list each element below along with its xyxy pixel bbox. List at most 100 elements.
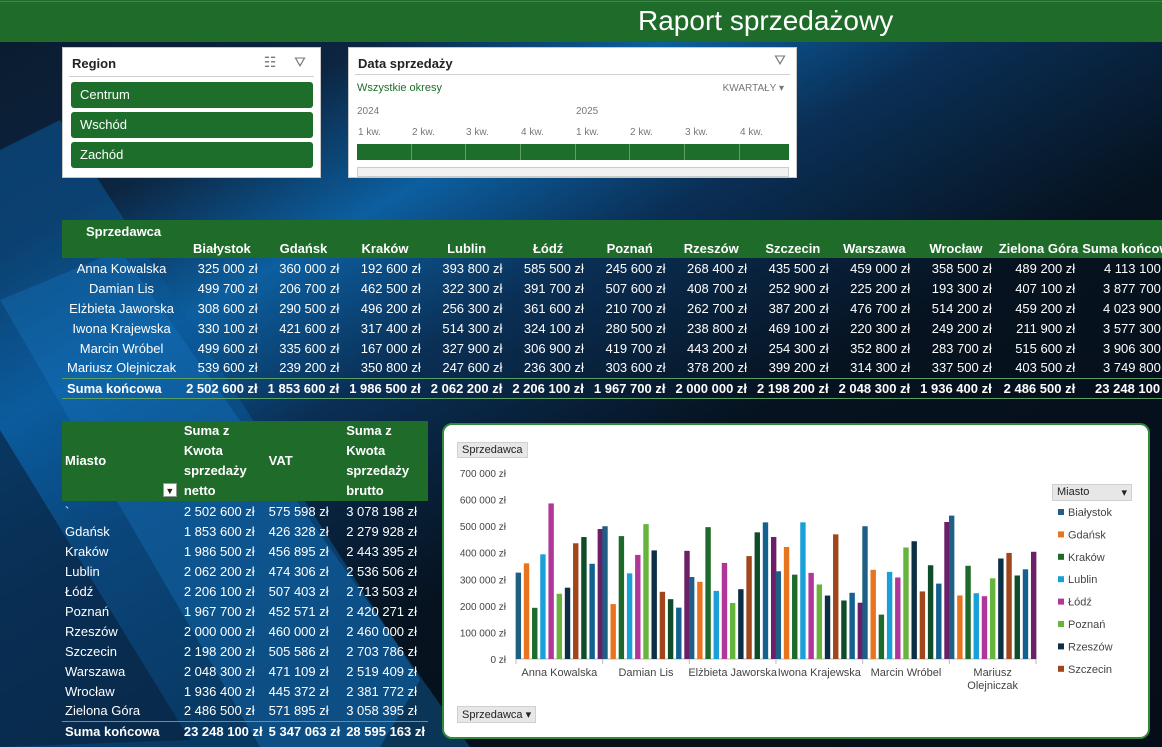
value-cell: 2 713 503 zł — [346, 583, 418, 599]
value-cell: 220 300 zł — [850, 320, 911, 336]
chart-field-button-top[interactable]: Sprzedawca — [457, 442, 528, 458]
bar — [841, 600, 847, 659]
value-cell: 236 300 zł — [523, 360, 584, 376]
value-cell: 3 877 700 zł — [1102, 280, 1162, 296]
value-cell: 322 300 zł — [442, 280, 503, 296]
row-label: Zielona Góra — [65, 703, 141, 719]
bar — [981, 596, 988, 659]
bar — [721, 562, 728, 659]
y-tick-label: 0 zł — [490, 655, 506, 666]
timeline-year: 2024 — [357, 106, 380, 117]
pivot-chart[interactable]: 0 zł 100 000 zł 200 000 zł 300 000 zł 400 00… — [442, 423, 1150, 739]
value-cell: 496 200 zł — [360, 300, 421, 316]
chevron-down-icon: ▾ — [525, 709, 532, 721]
clear-filter-icon[interactable]: ⛛ — [770, 52, 790, 70]
legend-label: Białystok — [1068, 507, 1113, 519]
value-cell: 426 328 zł — [268, 523, 329, 539]
value-cell: 1 986 500 zł — [344, 377, 426, 399]
value-cell: 324 100 zł — [523, 320, 584, 336]
value-cell: 2 000 000 zł — [183, 623, 255, 639]
bar — [824, 595, 831, 659]
bar — [1022, 569, 1029, 659]
value-cell: 2 519 409 zł — [346, 663, 418, 679]
table-row: Marcin Wróbel 499 600 zł 335 600 zł 167 000… — [62, 338, 1162, 358]
table-row: Warszawa 2 048 300 zł 471 109 zł 2 519 409 … — [62, 661, 428, 681]
value-cell: 317 400 zł — [360, 320, 421, 336]
row-label: Marcin Wróbel — [79, 340, 164, 356]
legend-swatch — [1058, 643, 1064, 650]
bar — [1014, 575, 1020, 659]
legend-label: Łódź — [1068, 597, 1092, 609]
col-header: Rzeszów — [670, 238, 753, 258]
row-label: Wrocław — [65, 683, 115, 699]
row-label: Poznań — [65, 603, 110, 619]
table-row: Gdańsk 1 853 600 zł 426 328 zł 2 279 928 zł — [62, 521, 428, 541]
value-cell: 2 048 300 zł — [183, 663, 255, 679]
value-cell: 2 420 271 zł — [346, 603, 418, 619]
bar — [548, 503, 554, 659]
col-header: Białystok — [181, 238, 263, 258]
table-row: Łódź 2 206 100 zł 507 403 zł 2 713 503 zł — [62, 581, 428, 601]
value-cell: 3 078 198 zł — [346, 503, 418, 519]
timeline-quarter: 1 kw. — [576, 127, 599, 138]
value-cell: 225 200 zł — [850, 280, 911, 296]
clear-filter-icon[interactable]: ⛛ — [290, 54, 310, 72]
table-row: Szczecin 2 198 200 zł 505 586 zł 2 703 786 … — [62, 641, 428, 661]
table-row: Poznań 1 967 700 zł 452 571 zł 2 420 271 zł — [62, 601, 428, 621]
region-slicer[interactable]: Region ☷ ⛛ Centrum Wschód Zachód — [62, 47, 321, 178]
value-cell: 2 048 300 zł — [833, 377, 916, 399]
bar — [643, 524, 649, 659]
slicer-item-centrum[interactable]: Centrum — [71, 82, 313, 108]
bar — [564, 587, 571, 659]
value-cell: 5 347 063 zł — [265, 720, 344, 741]
x-tick-label: Olejniczak — [967, 680, 1018, 692]
multi-select-icon[interactable]: ☷ — [260, 54, 280, 72]
value-cell: 2 703 786 zł — [346, 643, 418, 659]
col-header: Warszawa — [833, 238, 916, 258]
bar — [895, 577, 901, 659]
bar — [857, 602, 864, 659]
row-label: Lublin — [65, 563, 100, 579]
row-header[interactable]: Sprzedawca — [62, 220, 182, 258]
table-row: Anna Kowalska 325 000 zł 360 000 zł 192 600… — [62, 258, 1162, 278]
col-header: Zielona Góra — [996, 238, 1081, 258]
chart-field-button-bottom[interactable]: Sprzedawca ▾ — [457, 706, 537, 723]
x-tick-label: Damian Lis — [618, 667, 674, 679]
row-label: ` — [65, 503, 70, 519]
bar — [610, 604, 616, 659]
slicer-item-wschod[interactable]: Wschód — [71, 112, 313, 138]
table-row: Zielona Góra 2 486 500 zł 571 895 zł 3 058 … — [62, 701, 428, 721]
legend-swatch — [1058, 531, 1064, 538]
value-cell: 575 598 zł — [268, 503, 329, 519]
report-title: Raport sprzedażowy — [638, 5, 894, 36]
value-cell: 2 206 100 zł — [507, 377, 589, 399]
value-cell: 210 700 zł — [605, 300, 666, 316]
row-label: Rzeszów — [65, 623, 118, 639]
legend-field-button[interactable]: Miasto ▾ — [1052, 484, 1132, 501]
value-cell: 452 571 zł — [268, 603, 329, 619]
timeline-scrollbar[interactable] — [357, 167, 789, 177]
value-cell: 262 700 zł — [687, 300, 748, 316]
value-cell: 206 700 zł — [279, 280, 340, 296]
value-cell: 252 900 zł — [768, 280, 829, 296]
timeline-level-dropdown[interactable]: KWARTAŁY ▾ — [723, 83, 784, 94]
col-header: Gdańsk — [262, 238, 345, 258]
filter-dropdown-icon[interactable]: ▼ — [162, 483, 177, 497]
date-timeline[interactable]: Data sprzedaży ⛛ Wszystkie okresy KWARTA… — [348, 47, 797, 178]
value-cell: 28 595 163 zł — [343, 720, 428, 741]
value-cell: 23 248 100 zł — [180, 720, 266, 741]
value-cell: 514 300 zł — [442, 320, 503, 336]
value-cell: 505 586 zł — [268, 643, 329, 659]
bar — [573, 543, 579, 659]
value-cell: 352 800 zł — [850, 340, 911, 356]
pivot-table-sellers: Sprzedawca Białystok Gdańsk Kraków Lublin Łó… — [62, 220, 1162, 399]
chevron-down-icon: ▾ — [778, 83, 784, 94]
slicer-item-zachod[interactable]: Zachód — [71, 142, 313, 168]
bar — [878, 614, 885, 659]
legend-swatch — [1058, 665, 1064, 672]
bar — [762, 522, 769, 659]
col-header: Kraków — [344, 238, 426, 258]
value-cell: 3 906 300 zł — [1102, 340, 1162, 356]
timeline-selection-bar[interactable] — [357, 144, 789, 160]
value-cell: 256 300 zł — [442, 300, 503, 316]
